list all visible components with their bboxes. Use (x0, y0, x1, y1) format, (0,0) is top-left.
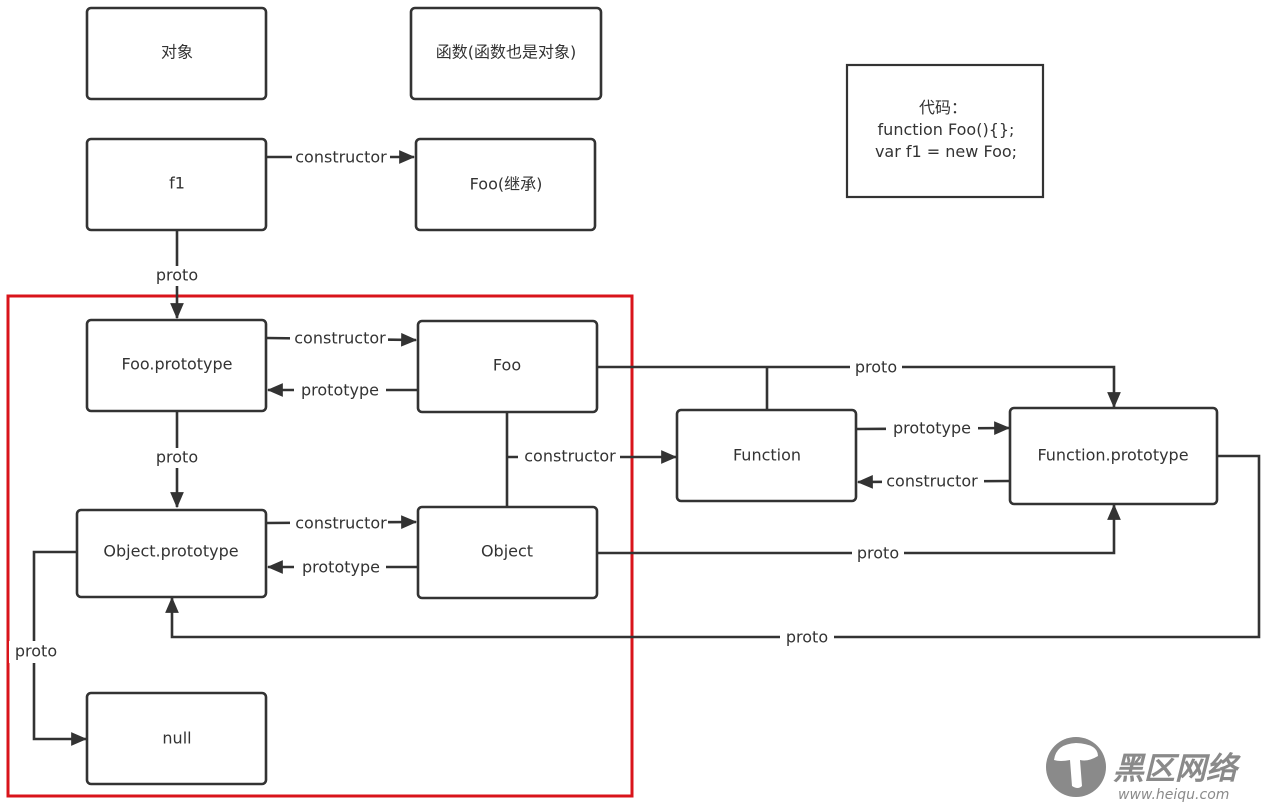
node-foo-prototype: Foo.prototype (85, 318, 268, 413)
edge-label: constructor (524, 447, 616, 466)
edge-label: constructor (294, 329, 386, 348)
edge-foo-prototype: prototype (266, 381, 417, 401)
node-label: Function.prototype (1037, 446, 1188, 465)
edge-fooproto-constructor: constructor (266, 329, 418, 349)
node-label: 函数(函数也是对象) (436, 43, 577, 62)
edge-object-proto: proto (597, 503, 1121, 564)
edge-label: proto (156, 448, 198, 467)
watermark-url: www.heiqu.com (1118, 787, 1229, 803)
node-function: Function (675, 408, 858, 503)
node-object-prototype: Object.prototype (75, 508, 268, 599)
edge-label: proto (156, 266, 198, 285)
edge-label: proto (15, 642, 57, 661)
edge-fooproto-proto: proto (152, 411, 204, 509)
edge-foo-function-proto: proto (597, 358, 1121, 409)
node-label: Foo.prototype (122, 355, 233, 374)
edge-label: prototype (893, 419, 971, 438)
code-box: 代码： function Foo(){}; var f1 = new Foo; (845, 63, 1045, 199)
edge-foo-object-constructor: constructor (505, 412, 678, 506)
edge-label: prototype (302, 558, 380, 577)
node-label: Foo (493, 356, 521, 375)
node-label: Foo(继承) (470, 175, 543, 194)
code-heading: 代码： (919, 98, 967, 117)
code-line-1: function Foo(){}; (878, 120, 1015, 139)
node-label: f1 (169, 174, 185, 193)
edge-label: constructor (295, 514, 387, 533)
node-null: null (85, 691, 268, 786)
watermark-name: 黑区网络 (1113, 751, 1241, 787)
edge-objproto-constructor: constructor (266, 514, 418, 534)
node-function-prototype: Function.prototype (1008, 406, 1219, 506)
edge-label: proto (786, 628, 828, 647)
edge-label: proto (857, 544, 899, 563)
node-label: Function (733, 446, 801, 465)
node-f1: f1 (85, 137, 268, 232)
legend-function-node: 函数(函数也是对象) (409, 6, 603, 101)
edge-label: prototype (301, 381, 379, 400)
node-label: 对象 (161, 43, 193, 62)
edge-f1-constructor: constructor (267, 148, 416, 168)
mushroom-logo-icon (1046, 737, 1106, 797)
code-line-2: var f1 = new Foo; (875, 142, 1017, 161)
node-object: Object (416, 505, 599, 600)
prototype-chain-diagram: constructor proto constructor prototype … (6, 6, 1261, 803)
edge-function-prototype: prototype (856, 419, 1011, 439)
edge-funcproto-constructor: constructor (856, 472, 1010, 492)
edge-object-prototype: prototype (266, 558, 417, 578)
node-label: null (162, 729, 191, 748)
edge-label: constructor (295, 148, 387, 167)
node-foo-inherit: Foo(继承) (414, 137, 597, 232)
watermark: 黑区网络 www.heiqu.com (1046, 737, 1241, 803)
edge-label: constructor (886, 472, 978, 491)
node-label: Object (481, 542, 533, 561)
node-foo: Foo (416, 319, 599, 414)
edge-objproto-proto: proto (9, 550, 88, 746)
edge-f1-proto: proto (152, 231, 204, 320)
node-label: Object.prototype (103, 542, 238, 561)
edge-label: proto (855, 358, 897, 377)
legend-object-node: 对象 (85, 6, 268, 101)
